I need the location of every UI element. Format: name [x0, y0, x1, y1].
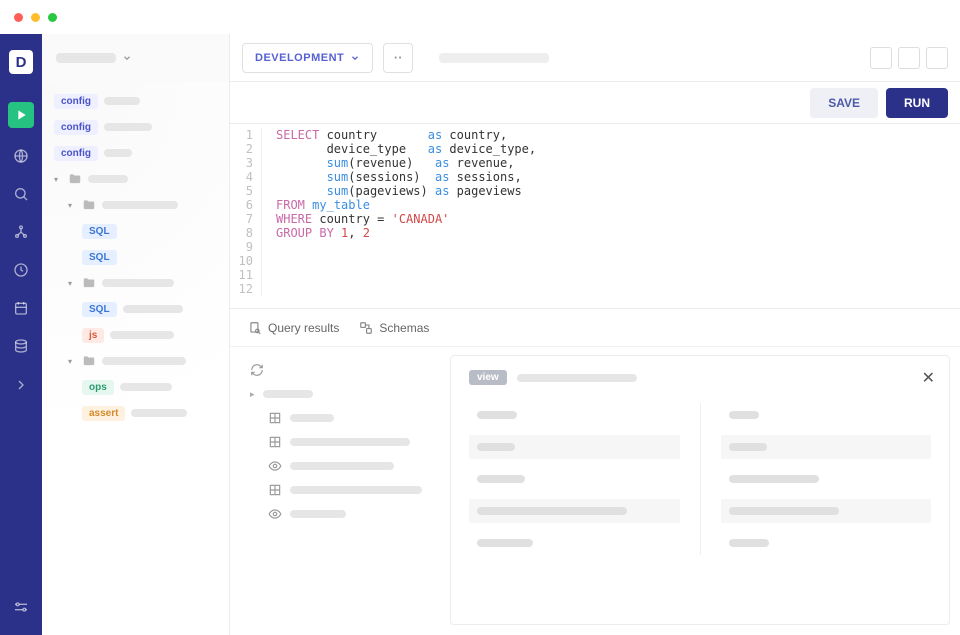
window-maximize-dot[interactable] [48, 13, 57, 22]
tree-item[interactable]: config [50, 140, 221, 166]
tree-item[interactable]: SQL [50, 244, 221, 270]
more-menu-button[interactable]: ·· [383, 43, 413, 73]
editor-code[interactable]: SELECT country as country, device_type a… [262, 128, 536, 296]
nav-search-icon[interactable] [11, 184, 31, 204]
nav-rail: D [0, 34, 42, 635]
results-panel: Query results Schemas ▸ ✕ view [230, 308, 960, 635]
app-logo[interactable]: D [9, 50, 33, 74]
object-type-badge: view [469, 370, 507, 385]
file-tree-sidebar: configconfigconfig▾▾SQLSQL▾SQLjs▾opsasse… [42, 34, 230, 635]
nav-editor-icon[interactable] [8, 102, 34, 128]
tree-item[interactable]: ▾ [50, 166, 221, 192]
tree-item[interactable]: ▾ [50, 348, 221, 374]
results-tree: ▸ [240, 355, 440, 625]
tree-item[interactable]: SQL [50, 218, 221, 244]
results-detail-card: ✕ view [450, 355, 950, 625]
nav-settings-icon[interactable] [11, 597, 31, 617]
nav-history-icon[interactable] [11, 260, 31, 280]
results-tree-item[interactable] [240, 431, 440, 453]
tree-item[interactable]: config [50, 114, 221, 140]
nav-database-icon[interactable] [11, 336, 31, 356]
results-tree-item[interactable] [240, 455, 440, 477]
tree-item[interactable]: SQL [50, 296, 221, 322]
run-button[interactable]: RUN [886, 88, 948, 118]
detail-grid [469, 403, 931, 555]
sql-editor[interactable]: 123456789101112 SELECT country as countr… [230, 124, 960, 308]
window-chrome [0, 0, 960, 34]
nav-schedule-icon[interactable] [11, 298, 31, 318]
tree-item[interactable]: assert [50, 400, 221, 426]
results-tabs: Query results Schemas [230, 309, 960, 347]
breadcrumb-placeholder [439, 53, 549, 63]
tab-query-results[interactable]: Query results [248, 321, 339, 335]
results-tree-item[interactable] [240, 479, 440, 501]
layout-view-1-button[interactable] [870, 47, 892, 69]
save-button[interactable]: SAVE [810, 88, 878, 118]
file-tree: configconfigconfig▾▾SQLSQL▾SQLjs▾opsasse… [42, 82, 229, 635]
nav-collapse-icon[interactable] [11, 375, 31, 395]
results-tree-item[interactable] [240, 503, 440, 525]
schema-icon [359, 321, 373, 335]
editor-gutter: 123456789101112 [230, 128, 262, 296]
tree-item[interactable]: config [50, 88, 221, 114]
environment-dropdown[interactable]: DEVELOPMENT [242, 43, 373, 73]
tree-item[interactable]: ▾ [50, 270, 221, 296]
window-close-dot[interactable] [14, 13, 23, 22]
chevron-down-icon [350, 53, 360, 63]
topbar: DEVELOPMENT ·· [230, 34, 960, 82]
layout-view-3-button[interactable] [926, 47, 948, 69]
results-tree-item[interactable]: ▸ [240, 383, 440, 405]
layout-view-2-button[interactable] [898, 47, 920, 69]
results-tree-item[interactable] [240, 359, 440, 381]
nav-graph-icon[interactable] [11, 222, 31, 242]
window-minimize-dot[interactable] [31, 13, 40, 22]
tree-item[interactable]: ops [50, 374, 221, 400]
tree-item[interactable]: js [50, 322, 221, 348]
tab-schemas[interactable]: Schemas [359, 321, 429, 335]
sidebar-header[interactable] [42, 34, 229, 82]
main-panel: DEVELOPMENT ·· SAVE RUN 123456789101112 … [230, 34, 960, 635]
nav-globe-icon[interactable] [11, 146, 31, 166]
environment-label: DEVELOPMENT [255, 52, 344, 64]
chevron-down-icon [122, 53, 132, 63]
action-bar: SAVE RUN [230, 82, 960, 124]
document-search-icon [248, 321, 262, 335]
tree-item[interactable]: ▾ [50, 192, 221, 218]
close-icon[interactable]: ✕ [922, 368, 935, 388]
results-tree-item[interactable] [240, 407, 440, 429]
